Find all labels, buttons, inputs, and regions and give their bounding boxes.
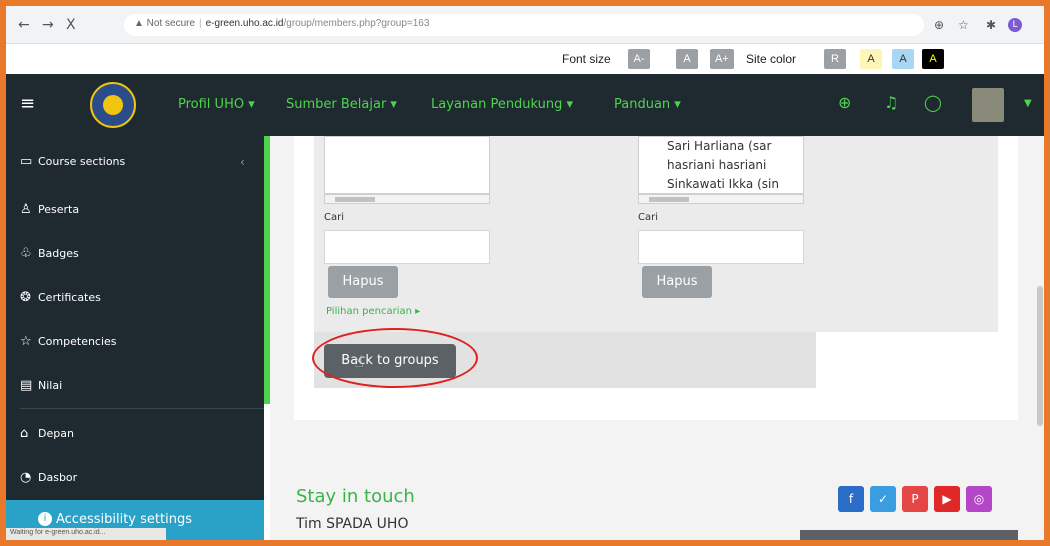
youtube-icon[interactable]: ▶ [934,486,960,512]
sidebar-divider [20,408,264,409]
page-scrollbar[interactable] [1036,136,1044,540]
remove-button-right[interactable]: Hapus [642,266,712,298]
color-blue-button[interactable]: A [892,49,914,69]
hand-cursor-icon: ☝ [354,352,364,371]
nav-panduan[interactable]: Panduan ▾ [614,97,681,112]
nav-sumber-belajar[interactable]: Sumber Belajar ▾ [286,97,397,112]
font-increase-button[interactable]: A+ [710,49,734,69]
dashboard-icon: ◔ [20,470,32,485]
chat-icon[interactable]: ◯ [924,93,942,112]
stop-icon[interactable]: X [66,17,76,33]
browser-profile-avatar[interactable]: L [1008,18,1022,32]
instagram-icon[interactable]: ◎ [966,486,992,512]
twitter-icon[interactable]: ✓ [870,486,896,512]
collapse-chevron-icon[interactable]: ‹ [240,155,245,169]
list-item[interactable]: Sinkawati Ikka (sin [639,175,803,193]
grade-icon: ▤ [20,378,33,393]
pinterest-icon[interactable]: P [902,486,928,512]
back-icon[interactable]: ← [18,17,30,33]
screen-frame: ← → X ▲ Not secure | e-green.uho.ac.id/gro… [6,6,1044,540]
advanced-search-link[interactable]: Pilihan pencarian ▸ [326,306,420,317]
potential-members-list[interactable]: Sari Harliana (sar hasriani hasriani Sin… [638,136,804,194]
current-members-list[interactable] [324,136,490,194]
address-bar[interactable]: ▲ Not secure | e-green.uho.ac.id/group/mem… [124,14,924,36]
folder-icon: ▭ [20,154,33,169]
sidebar-item-certificates[interactable]: ❂ Certificates [20,290,101,305]
footer-bar [800,530,1018,540]
red-highlight-annotation [312,328,478,388]
star-icon: ☆ [20,334,32,349]
nav-layanan-pendukung[interactable]: Layanan Pendukung ▾ [431,97,573,112]
search-label-left: Cari [324,212,344,223]
member-selection-panel: Cari Hapus Pilihan pencarian ▸ Sari Harl… [314,136,998,332]
font-decrease-button[interactable]: A- [628,49,650,69]
not-secure-label: ▲ Not secure [134,18,196,29]
footer-subtitle: Tim SPADA UHO [296,516,409,532]
home-icon: ⌂ [20,426,29,441]
globe-icon[interactable]: ⊕ [838,93,851,112]
user-menu-caret-icon[interactable]: ▼ [1024,98,1032,109]
color-black-button[interactable]: A [922,49,944,69]
course-sidebar: ‹ ▭ Course sections ♙ Peserta ♧ Badges ❂ Cer… [6,136,264,540]
sidebar-item-course-sections[interactable]: ▭ Course sections [20,154,125,169]
sidebar-item-badges[interactable]: ♧ Badges [20,246,79,261]
uho-logo[interactable] [90,82,136,128]
site-navbar: ≡ Profil UHO ▾ Sumber Belajar ▾ Layanan … [6,74,1044,136]
hamburger-menu-icon[interactable]: ≡ [20,93,35,114]
user-avatar[interactable] [972,88,1004,122]
remove-button-left[interactable]: Hapus [328,266,398,298]
forward-icon[interactable]: → [42,17,54,33]
color-reset-button[interactable]: R [824,49,846,69]
extensions-icon[interactable]: ✱ [986,18,996,32]
font-reset-button[interactable]: A [676,49,698,69]
sidebar-item-nilai[interactable]: ▤ Nilai [20,378,62,393]
bell-icon[interactable]: ♫ [884,93,898,112]
color-yellow-button[interactable]: A [860,49,882,69]
zoom-icon[interactable]: ⊕ [934,18,944,32]
list-item[interactable]: Sari Harliana (sar [639,137,803,156]
site-footer: Stay in touch Tim SPADA UHO f ✓ P ▶ ◎ [270,434,1044,540]
url-path: /group/members.php?group=163 [283,18,430,29]
sidebar-item-peserta[interactable]: ♙ Peserta [20,202,79,217]
url-host: e-green.uho.ac.id [205,18,284,29]
nav-profil-uho[interactable]: Profil UHO ▾ [178,97,255,112]
sidebar-item-competencies[interactable]: ☆ Competencies [20,334,117,349]
search-input-left[interactable] [324,230,490,264]
users-icon: ♙ [20,202,32,217]
facebook-icon[interactable]: f [838,486,864,512]
browser-toolbar: ← → X ▲ Not secure | e-green.uho.ac.id/gro… [6,6,1044,44]
certificate-icon: ❂ [20,290,31,305]
current-members-scrollbar[interactable] [324,194,490,204]
list-item[interactable]: hasriani hasriani [639,156,803,175]
browser-status-text: Waiting for e-green.uho.ac.id... [6,528,166,540]
sidebar-item-dasbor[interactable]: ◔ Dasbor [20,470,77,485]
search-input-right[interactable] [638,230,804,264]
search-label-right: Cari [638,212,658,223]
accessibility-toolbar: Font size A- A A+ Site color R A A A [6,44,1044,74]
font-size-label: Font size [562,52,611,66]
badge-icon: ♧ [20,246,32,261]
accessibility-icon: i [38,512,52,526]
potential-members-scrollbar[interactable] [638,194,804,204]
sidebar-item-depan[interactable]: ⌂ Depan [20,426,74,441]
bookmark-star-icon[interactable]: ☆ [958,18,969,32]
footer-title: Stay in touch [296,486,415,507]
site-color-label: Site color [746,52,797,66]
